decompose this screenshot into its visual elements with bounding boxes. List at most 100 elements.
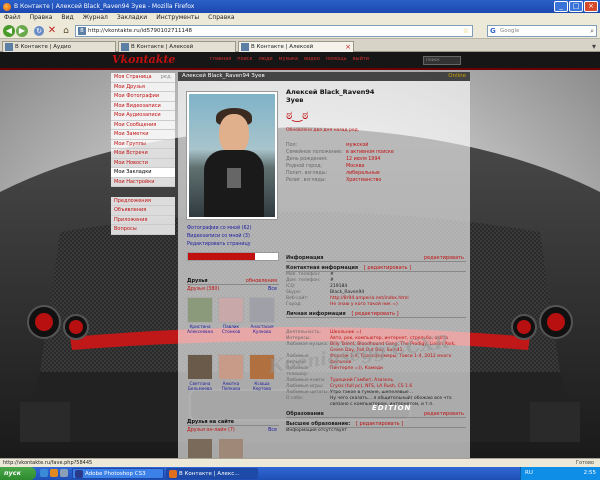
menu-tools[interactable]: Инструменты — [156, 13, 199, 23]
photos-with-me-link[interactable]: Фотографии со мной (62) — [187, 225, 279, 233]
stop-button[interactable]: ✕ — [47, 25, 57, 37]
field-value[interactable]: мужской — [346, 142, 368, 149]
menu-item-settings[interactable]: Мои Настройки — [111, 177, 175, 187]
friend-avatar[interactable] — [218, 297, 244, 323]
friend-name[interactable]: Светлана Бельмеева — [187, 381, 213, 391]
minimize-button[interactable]: _ — [554, 1, 568, 12]
friend-name[interactable]: Кристина Алексеевна — [187, 324, 213, 334]
friend-name[interactable]: Анастасия Кулкова — [249, 324, 275, 334]
friends-updates-link[interactable]: обновления — [246, 277, 277, 285]
menu-item-events[interactable]: Мои Встречи — [111, 149, 175, 159]
field-value[interactable]: в активном поиске — [346, 149, 394, 156]
menu-item-apps[interactable]: Приложения — [111, 215, 175, 225]
education-edit-link[interactable]: редактировать — [424, 410, 464, 418]
menu-history[interactable]: Журнал — [83, 13, 108, 23]
online-friend-card[interactable] — [187, 438, 213, 458]
taskbar-item-firefox[interactable]: В Контакте | Алекс... — [166, 468, 258, 479]
edit-page-link[interactable]: Редактировать страницу — [187, 241, 279, 249]
vk-logo[interactable]: Vkontakte — [112, 53, 175, 66]
menu-bookmarks[interactable]: Закладки — [117, 13, 147, 23]
menu-item-friends[interactable]: Мои Друзья — [111, 82, 175, 92]
menu-help[interactable]: Справка — [208, 13, 234, 23]
home-button[interactable]: ⌂ — [61, 25, 71, 37]
vk-search-input[interactable]: поиск — [423, 56, 461, 65]
start-button[interactable]: пуск — [0, 467, 36, 480]
url-bar[interactable]: B http://vkontakte.ru/id5790102711148 ☆ — [75, 25, 473, 37]
tab-audio[interactable]: В Контакте | Аудио — [2, 41, 116, 52]
menu-edit[interactable]: Правка — [30, 13, 53, 23]
friend-card[interactable]: Павлик Стонков — [218, 297, 244, 334]
vk-nav-logout[interactable]: выйти — [353, 56, 369, 62]
menu-file[interactable]: Файл — [4, 13, 21, 23]
higher-ed-edit-link[interactable]: [ редактировать ] — [356, 421, 403, 427]
personal-edit-link[interactable]: [ редактировать ] — [351, 311, 398, 317]
tab-list-icon[interactable]: ▾ — [592, 42, 596, 51]
contact-edit-link[interactable]: [ редактировать ] — [364, 265, 411, 271]
menu-item-messages[interactable]: Мои Сообщения — [111, 120, 175, 130]
friend-card[interactable]: Анютка Попкова — [218, 354, 244, 391]
taskbar-item-photoshop[interactable]: Adobe Photoshop CS3 — [72, 468, 164, 479]
friend-avatar[interactable] — [187, 354, 213, 380]
field-value[interactable]: либеральные — [346, 170, 380, 177]
reload-button[interactable]: ↻ — [34, 26, 44, 36]
friend-card[interactable]: Анастасия Кулкова — [249, 297, 275, 334]
menu-item-videos[interactable]: Мои Видеозаписи — [111, 101, 175, 111]
quicklaunch-ie-icon[interactable] — [40, 469, 48, 477]
menu-item-audio[interactable]: Мои Аудиозаписи — [111, 111, 175, 121]
language-indicator[interactable]: RU — [525, 470, 533, 476]
vk-nav-help[interactable]: помощь — [326, 56, 347, 62]
profile-updated: Обновлено два дня назад ред. — [286, 128, 360, 133]
field-value[interactable]: 12 июля 1994 — [346, 156, 380, 163]
quicklaunch-desktop-icon[interactable] — [60, 469, 68, 477]
info-edit-link[interactable]: редактировать — [424, 254, 464, 262]
friend-avatar[interactable] — [218, 354, 244, 380]
menu-view[interactable]: Вид — [61, 13, 73, 23]
vk-nav-video[interactable]: видео — [304, 56, 320, 62]
quicklaunch-firefox-icon[interactable] — [50, 469, 58, 477]
menu-item-questions[interactable]: Вопросы — [111, 225, 175, 235]
friend-name[interactable]: Павлик Стонков — [218, 324, 244, 334]
vk-nav-search[interactable]: поиск — [237, 56, 252, 62]
close-button[interactable]: × — [584, 1, 598, 12]
field-label: Родной город: — [286, 164, 323, 169]
tab-profile-active[interactable]: В Контакте | Алексей Black_Raven... × — [238, 41, 354, 60]
tab-profile-1[interactable]: В Контакте | Алексей Black_Raven94 ... — [118, 41, 236, 60]
videos-with-me-link[interactable]: Видеозаписи со мной (3) — [187, 233, 279, 241]
menu-item-photos[interactable]: Мои Фотографии — [111, 92, 175, 102]
search-bar[interactable]: G Google ⌕ — [487, 25, 597, 37]
vk-nav-music[interactable]: музыка — [279, 56, 298, 62]
menu-item-notes[interactable]: Мои Заметки — [111, 130, 175, 140]
field-value[interactable]: Москва — [346, 163, 364, 170]
tab-close-icon[interactable]: × — [345, 42, 351, 52]
maximize-button[interactable]: □ — [569, 1, 583, 12]
friend-avatar[interactable] — [187, 438, 213, 458]
menu-item-offers[interactable]: Предложения — [111, 196, 175, 206]
forward-button[interactable]: ▶ — [16, 25, 28, 37]
bookmark-star-icon[interactable]: ☆ — [463, 26, 469, 36]
friend-avatar[interactable] — [187, 297, 213, 323]
search-icon[interactable]: ⌕ — [590, 26, 594, 36]
friend-name[interactable]: Ксюша Кертова — [249, 381, 275, 391]
contact-value: Не знаю у кого такой ник =) — [330, 302, 398, 307]
profile-photo[interactable] — [187, 92, 277, 219]
vk-nav-people[interactable]: люди — [259, 56, 273, 62]
friend-avatar[interactable] — [249, 297, 275, 323]
menu-item-bookmarks[interactable]: Мои Закладки — [111, 168, 175, 178]
friend-name[interactable]: Анютка Попкова — [218, 381, 244, 391]
menu-item-groups[interactable]: Мои Группы — [111, 139, 175, 149]
menu-item-my-page[interactable]: Моя Страница ред. — [111, 73, 175, 83]
back-button[interactable]: ◀ — [3, 25, 15, 37]
online-friends-all-link[interactable]: Все — [268, 428, 277, 433]
menu-item-news[interactable]: Мои Новости — [111, 158, 175, 168]
edit-link[interactable]: ред. — [161, 73, 172, 82]
field-value[interactable]: Христианство — [346, 177, 381, 184]
friend-card[interactable]: Светлана Бельмеева — [187, 354, 213, 391]
friend-avatar[interactable] — [218, 438, 244, 458]
online-friends-count[interactable]: Друзья он-лайн (7) — [187, 428, 235, 433]
vk-nav-home[interactable]: главная — [210, 56, 231, 62]
menu-item-ads[interactable]: Объявления — [111, 206, 175, 216]
online-friend-card[interactable] — [218, 438, 244, 458]
friends-count[interactable]: Друзья (380) — [187, 287, 219, 292]
friend-card[interactable]: Кристина Алексеевна — [187, 297, 213, 334]
friends-all-link[interactable]: Все — [268, 287, 277, 292]
